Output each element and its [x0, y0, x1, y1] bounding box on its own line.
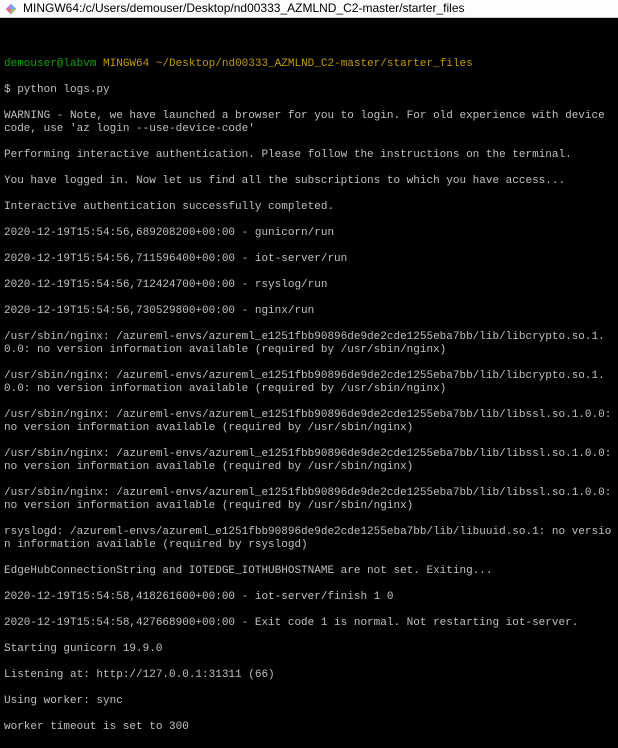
log-line: /usr/sbin/nginx: /azureml-envs/azureml_e…	[4, 487, 614, 513]
log-line: 2020-12-19T15:54:58,427668900+00:00 - Ex…	[4, 617, 614, 630]
log-line: /usr/sbin/nginx: /azureml-envs/azureml_e…	[4, 409, 614, 435]
log-line: worker timeout is set to 300	[4, 721, 614, 734]
log-line: Interactive authentication successfully …	[4, 201, 614, 214]
log-line: /usr/sbin/nginx: /azureml-envs/azureml_e…	[4, 448, 614, 474]
app-icon	[4, 2, 18, 16]
log-line: Starting gunicorn 19.9.0	[4, 643, 614, 656]
log-line: WARNING - Note, we have launched a brows…	[4, 110, 614, 136]
log-line: Performing interactive authentication. P…	[4, 149, 614, 162]
log-line: Listening at: http://127.0.0.1:31311 (66…	[4, 669, 614, 682]
prompt-line: demouser@labvm MINGW64 ~/Desktop/nd00333…	[4, 58, 614, 71]
command-text: python logs.py	[17, 84, 109, 96]
log-line: 2020-12-19T15:54:56,730529800+00:00 - ng…	[4, 305, 614, 318]
log-line: /usr/sbin/nginx: /azureml-envs/azureml_e…	[4, 370, 614, 396]
log-line: /usr/sbin/nginx: /azureml-envs/azureml_e…	[4, 331, 614, 357]
log-line: You have logged in. Now let us find all …	[4, 175, 614, 188]
prompt-path: ~/Desktop/nd00333_AZMLND_C2-master/start…	[156, 58, 473, 70]
prompt-shell: MINGW64	[103, 58, 149, 70]
prompt-user: demouser@labvm	[4, 58, 96, 70]
window-titlebar[interactable]: MINGW64:/c/Users/demouser/Desktop/nd0033…	[0, 0, 618, 18]
log-line: 2020-12-19T15:54:58,418261600+00:00 - io…	[4, 591, 614, 604]
log-line: 2020-12-19T15:54:56,712424700+00:00 - rs…	[4, 279, 614, 292]
log-line: Using worker: sync	[4, 695, 614, 708]
log-line: 2020-12-19T15:54:56,711596400+00:00 - io…	[4, 253, 614, 266]
window-title: MINGW64:/c/Users/demouser/Desktop/nd0033…	[23, 2, 465, 15]
log-line: 2020-12-19T15:54:56,689208200+00:00 - gu…	[4, 227, 614, 240]
terminal-output[interactable]: demouser@labvm MINGW64 ~/Desktop/nd00333…	[0, 18, 618, 748]
log-line: rsyslogd: /azureml-envs/azureml_e1251fbb…	[4, 526, 614, 552]
blank-line	[4, 32, 614, 45]
command-line: $ python logs.py	[4, 84, 614, 97]
log-line: EdgeHubConnectionString and IOTEDGE_IOTH…	[4, 565, 614, 578]
